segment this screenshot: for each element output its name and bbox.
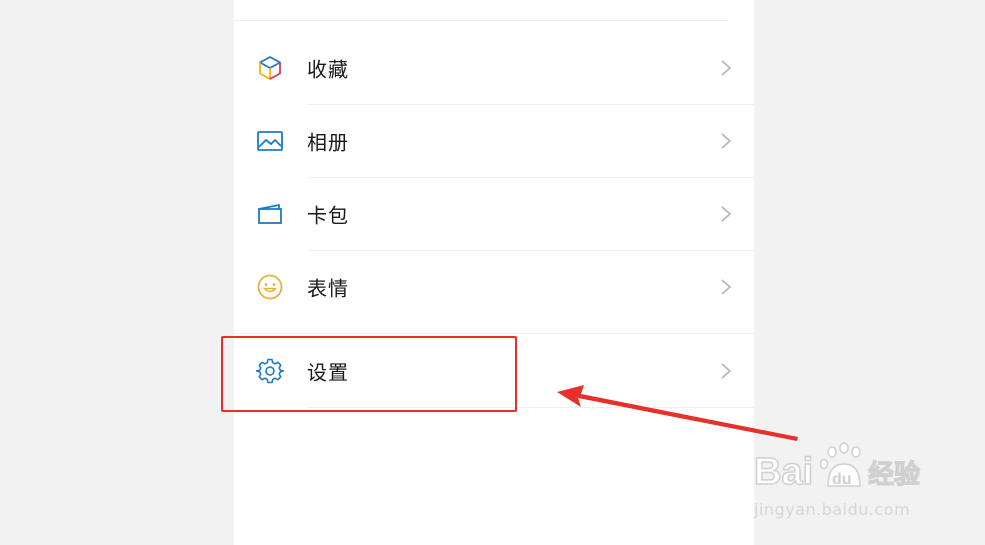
svg-text:Bai: Bai [754,451,813,493]
favorites-cube-icon [259,56,281,80]
menu-item-stickers[interactable]: 表情 [234,251,754,323]
highlight-box [221,336,517,412]
chevron-right-icon [721,279,732,295]
chevron-right-icon [721,363,732,379]
photo-album-icon [257,131,283,151]
menu-item-label: 表情 [307,276,349,301]
chevron-right-icon [721,60,732,76]
section-gap-divider [234,333,754,334]
watermark: Bai du 经验 jingyan.baidu.com [752,440,952,530]
menu-item-card-wallet[interactable]: 卡包 [234,178,754,250]
me-tab-menu-panel: 收藏 相册 卡包 表情 设置 [234,0,754,545]
menu-item-label: 收藏 [307,57,349,82]
menu-item-album[interactable]: 相册 [234,105,754,177]
menu-item-label: 相册 [307,130,349,155]
card-wallet-icon [258,204,282,224]
sticker-smiley-icon [257,274,283,300]
svg-text:经验: 经验 [868,459,920,490]
baidu-jingyan-logo: Bai du 经验 [753,442,921,494]
top-divider [234,20,728,21]
menu-item-favorites[interactable]: 收藏 [234,32,754,104]
menu-item-label: 卡包 [307,203,349,228]
svg-text:du: du [832,471,852,488]
chevron-right-icon [721,133,732,149]
watermark-url: jingyan.baidu.com [754,500,911,519]
chevron-right-icon [721,206,732,222]
